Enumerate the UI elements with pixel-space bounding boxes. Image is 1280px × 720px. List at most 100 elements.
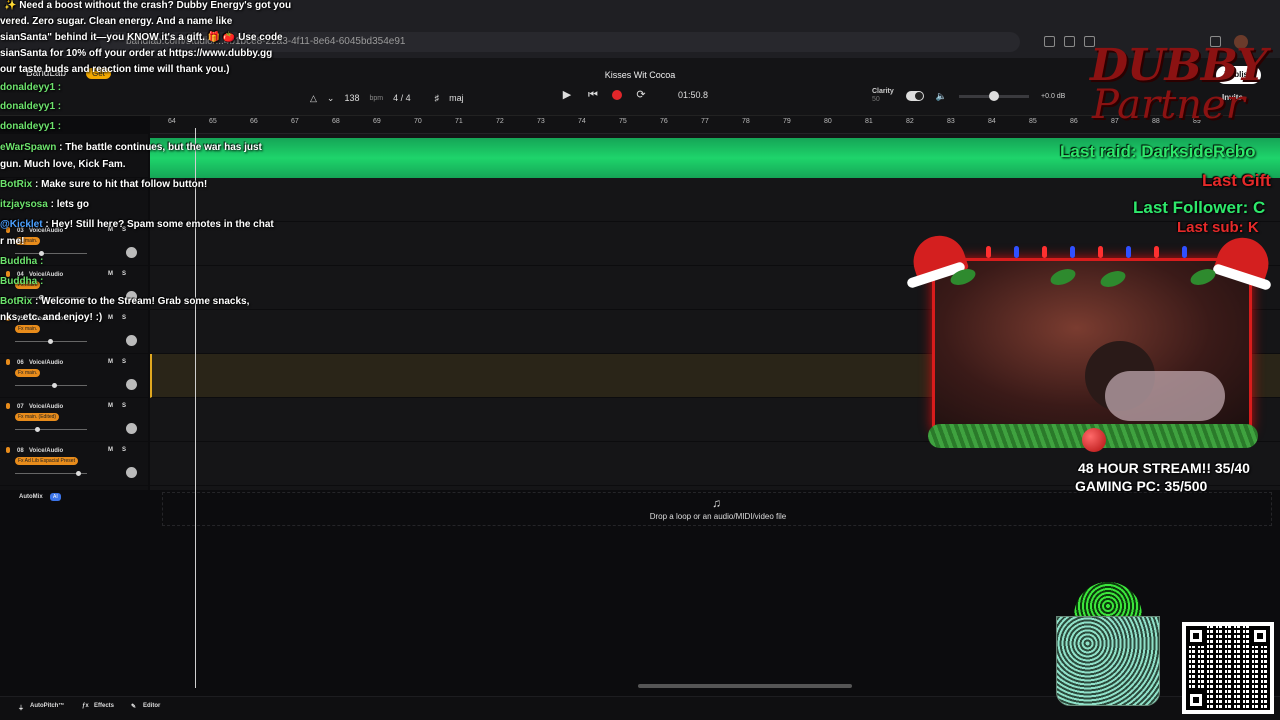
track-lane-02[interactable] (150, 178, 1280, 222)
loop-icon[interactable]: ⟳ (634, 88, 648, 102)
speaker-icon[interactable]: 🔈 (936, 91, 947, 102)
track-volume-slider[interactable] (15, 383, 87, 388)
chat-message: nks, etc. and enjoy! :) (0, 312, 102, 323)
chevron-down-icon[interactable]: ⌄ (327, 93, 335, 104)
autopitch-icon[interactable]: ⏚ (18, 703, 24, 712)
ruler-tick-label: 67 (291, 118, 299, 125)
pan-knob[interactable] (126, 335, 137, 346)
solo-button[interactable]: S (122, 359, 126, 365)
time-signature[interactable]: 4 / 4 (393, 93, 411, 103)
track-volume-slider[interactable] (15, 427, 87, 432)
track-name[interactable]: Voice/Audio (29, 448, 63, 454)
track-header-07[interactable]: 07 Voice/Audio Fx main. (Edited) M S (0, 398, 148, 442)
clarity-toggle[interactable] (905, 91, 924, 101)
mute-button[interactable]: M (108, 403, 113, 409)
pan-knob[interactable] (126, 247, 137, 258)
effects-icon[interactable]: ƒx (82, 703, 89, 709)
track-volume-slider[interactable] (15, 471, 87, 476)
ruler-tick-label: 85 (1029, 118, 1037, 125)
partner-label: Partner (1092, 82, 1245, 128)
ruler-tick-label: 86 (1070, 118, 1078, 125)
last-follower: Last Follower: C (1133, 198, 1266, 217)
ruler-tick-label: 82 (906, 118, 914, 125)
pan-knob[interactable] (126, 467, 137, 478)
chat-username: BotRix (0, 179, 33, 190)
chat-username: donaldeyy1 : (0, 121, 62, 132)
project-tools: △ ⌄ 138 bpm 4 / 4 ♯ maj (310, 88, 464, 108)
promo-line-5: our taste buds and reaction time will th… (0, 64, 230, 75)
promo-line-2: vered. Zero sugar. Clean energy. And a n… (0, 16, 233, 27)
play-icon[interactable]: ▶ (560, 88, 574, 102)
mute-button[interactable]: M (108, 315, 113, 321)
chat-message: donaldeyy1 : (0, 121, 61, 132)
chat-username: donaldeyy1 : (0, 82, 62, 93)
solo-button[interactable]: S (122, 403, 126, 409)
bpm-value[interactable]: 138 (344, 93, 359, 103)
record-button[interactable] (612, 90, 622, 100)
ruler-tick-label: 77 (701, 118, 709, 125)
slider-knob[interactable] (52, 383, 57, 388)
chat-username: BotRix (0, 296, 33, 307)
pan-knob[interactable] (126, 379, 137, 390)
ruler-tick-label: 78 (742, 118, 750, 125)
light-bulb (1098, 246, 1103, 258)
skip-back-icon[interactable]: ⏮ (586, 88, 600, 102)
track-fx-badge[interactable]: Fx main. (15, 369, 41, 377)
ruler-tick-label: 76 (660, 118, 668, 125)
cast-icon[interactable] (1064, 36, 1075, 47)
volume-knob[interactable] (989, 90, 1000, 101)
automix-row[interactable]: AutoMix AI (0, 490, 148, 506)
track-header-08[interactable]: 08 Voice/Audio Fx Ad Lib Espacial Preset M S (0, 442, 148, 486)
chat-message: BotRix : Welcome to the Stream! Grab som… (0, 296, 249, 307)
metronome-icon[interactable]: △ (310, 93, 317, 104)
track-volume-slider[interactable] (15, 339, 87, 344)
horizontal-scrollbar[interactable] (638, 684, 852, 688)
track-header-01[interactable] (0, 134, 148, 178)
editor-button[interactable]: Editor (143, 703, 160, 709)
track-header-06[interactable]: 06 Voice/Audio Fx main. M S (0, 354, 148, 398)
sidebar-icon[interactable] (1044, 36, 1055, 47)
chat-text: : Welcome to the Stream! Grab some snack… (35, 296, 250, 307)
chat-username: @Kicklet (0, 219, 43, 230)
editor-icon[interactable]: ✎ (131, 703, 136, 710)
chat-message: donaldeyy1 : (0, 82, 61, 93)
pan-knob[interactable] (126, 423, 137, 434)
effects-button[interactable]: Effects (94, 703, 114, 709)
track-name[interactable]: Voice/Audio (29, 404, 63, 410)
track-volume-slider[interactable] (15, 251, 87, 256)
autopitch-button[interactable]: AutoPitch™ (30, 703, 64, 709)
mute-button[interactable]: M (108, 271, 113, 277)
song-title[interactable]: Kisses Wit Cocoa (560, 70, 720, 80)
track-fx-badge[interactable]: Fx main. (15, 325, 41, 333)
solo-button[interactable]: S (122, 315, 126, 321)
ruler-tick-label: 73 (537, 118, 545, 125)
mic-icon (6, 447, 10, 453)
track-fx-badge[interactable]: Fx Ad Lib Espacial Preset (15, 457, 78, 465)
light-bulb (1126, 246, 1131, 258)
ruler-tick-label: 70 (414, 118, 422, 125)
solo-button[interactable]: S (122, 271, 126, 277)
slider-knob[interactable] (76, 471, 81, 476)
light-bulb (1182, 246, 1187, 258)
mute-button[interactable]: M (108, 447, 113, 453)
mute-button[interactable]: M (108, 359, 113, 365)
playhead[interactable] (195, 128, 196, 688)
chat-text: : The battle continues, but the war has … (59, 142, 262, 153)
clarity-control[interactable]: Clarity 50 (872, 88, 894, 104)
key-value[interactable]: maj (449, 93, 464, 103)
track-fx-badge[interactable]: Fx main. (Edited) (15, 413, 60, 421)
chat-username: eWarSpawn (0, 142, 57, 153)
ruler-tick-label: 66 (250, 118, 258, 125)
master-volume-slider[interactable] (959, 90, 1030, 101)
chat-message: gun. Much love, Kick Fam. (0, 159, 126, 170)
promo-line-3: sianSanta" behind it—you KNOW it's a gif… (0, 32, 283, 43)
mic-icon (6, 359, 10, 365)
slider-knob[interactable] (35, 427, 40, 432)
bpm-unit: bpm (369, 94, 384, 102)
chat-text: : lets go (50, 199, 89, 210)
volume-db: +0.0 dB (1041, 92, 1066, 100)
track-name[interactable]: Voice/Audio (29, 360, 63, 366)
slider-knob[interactable] (48, 339, 53, 344)
solo-button[interactable]: S (122, 447, 126, 453)
ruler-tick-label: 64 (168, 118, 176, 125)
